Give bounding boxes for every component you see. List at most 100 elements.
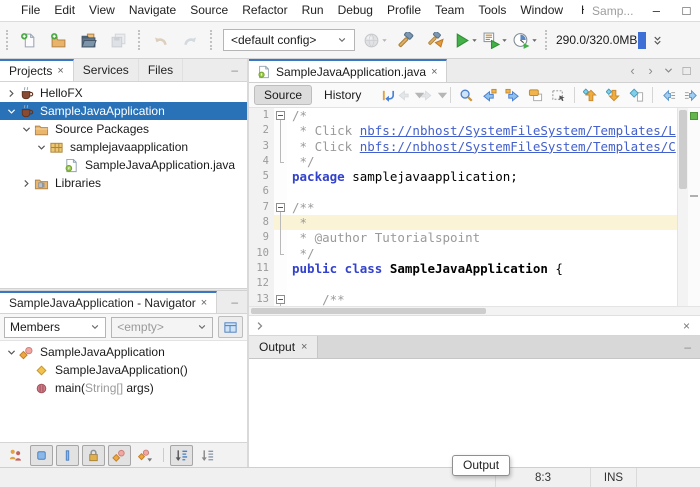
- profile-project-button[interactable]: [512, 27, 539, 54]
- menu-view[interactable]: View: [82, 0, 122, 21]
- sort-by-source-button[interactable]: [196, 445, 219, 466]
- tree-item[interactable]: samplejavaapplication: [0, 138, 247, 156]
- code-line[interactable]: 4 */: [249, 153, 677, 170]
- code-line[interactable]: 11 public class SampleJavaApplication {: [249, 260, 677, 277]
- code-line[interactable]: 9 * @author Tutorialspoint: [249, 230, 677, 246]
- code-line[interactable]: 8 *: [249, 215, 677, 231]
- tree-item[interactable]: main(String[] args): [0, 379, 247, 397]
- memory-indicator[interactable]: 290.0/320.0MB: [556, 31, 647, 49]
- minimize-navigator-button[interactable]: –: [222, 291, 247, 313]
- toolbar-overflow-button[interactable]: [652, 35, 663, 46]
- menu-run[interactable]: Run: [295, 0, 331, 21]
- tree-item[interactable]: SampleJavaApplication: [0, 343, 247, 361]
- tree-item[interactable]: SampleJavaApplication.java: [0, 156, 247, 174]
- show-fields-button[interactable]: [30, 444, 53, 466]
- tree-item[interactable]: SampleJavaApplication: [0, 102, 247, 120]
- code-link[interactable]: nbfs://nbhost/SystemFileSystem/Templates…: [360, 139, 676, 154]
- chevron-down-icon[interactable]: [19, 124, 34, 135]
- menu-file[interactable]: File: [14, 0, 47, 21]
- menu-refactor[interactable]: Refactor: [235, 0, 294, 21]
- menu-tools[interactable]: Tools: [471, 0, 513, 21]
- code-fold-icon[interactable]: [274, 108, 287, 124]
- chevron-down-icon[interactable]: [4, 106, 19, 117]
- close-breadcrumb-button[interactable]: ×: [678, 319, 695, 333]
- filter-combo[interactable]: <empty>: [111, 316, 214, 338]
- menu-edit[interactable]: Edit: [47, 0, 82, 21]
- shift-left-button[interactable]: [657, 85, 680, 106]
- show-static-members-button[interactable]: [56, 444, 79, 466]
- find-selection-button[interactable]: [455, 85, 478, 106]
- tree-item[interactable]: Source Packages: [0, 120, 247, 138]
- show-inner-classes-button[interactable]: [108, 444, 131, 466]
- close-icon[interactable]: ×: [57, 65, 63, 77]
- chevron-right-icon[interactable]: [19, 178, 34, 189]
- web-browser-button[interactable]: [362, 27, 389, 54]
- scroll-tabs-right-button[interactable]: ›: [642, 63, 659, 78]
- scrollbar-thumb[interactable]: [679, 110, 687, 190]
- tab-samplejavaapplication-java[interactable]: SampleJavaApplication.java ×: [249, 59, 447, 82]
- menu-source[interactable]: Source: [183, 0, 235, 21]
- new-project-button[interactable]: [45, 27, 72, 54]
- tab-output[interactable]: Output ×: [249, 336, 319, 358]
- menu-debug[interactable]: Debug: [331, 0, 380, 21]
- shift-right-button[interactable]: [680, 85, 700, 106]
- code-line[interactable]: 1 /*: [249, 108, 677, 124]
- close-icon[interactable]: ×: [301, 341, 307, 353]
- find-previous-occurrence-button[interactable]: [478, 85, 501, 106]
- save-all-button[interactable]: [105, 27, 132, 54]
- next-bookmark-button[interactable]: [602, 85, 625, 106]
- code-line[interactable]: 3 * Click nbfs://nbhost/SystemFileSystem…: [249, 138, 677, 155]
- config-combo[interactable]: <default config>: [223, 29, 355, 51]
- menu-window[interactable]: Window: [513, 0, 570, 21]
- find-next-occurrence-button[interactable]: [501, 85, 524, 106]
- debug-project-button[interactable]: [482, 27, 509, 54]
- code-line[interactable]: 5 package samplejavaapplication;: [249, 169, 677, 185]
- code-link[interactable]: nbfs://nbhost/SystemFileSystem/Templates…: [360, 123, 676, 138]
- menu-navigate[interactable]: Navigate: [122, 0, 183, 21]
- tab-navigator[interactable]: SampleJavaApplication - Navigator ×: [0, 291, 218, 313]
- code-line[interactable]: 13 /**: [249, 291, 677, 307]
- maximize-window-button[interactable]: □: [671, 0, 700, 21]
- sort-by-name-button[interactable]: [170, 444, 193, 466]
- forward-button[interactable]: [423, 85, 446, 106]
- scrollbar-thumb[interactable]: [251, 308, 486, 314]
- close-icon[interactable]: ×: [201, 297, 207, 309]
- code-line[interactable]: 7 /**: [249, 199, 677, 216]
- tab-files[interactable]: Files: [139, 59, 184, 81]
- output-panel[interactable]: [249, 359, 700, 467]
- maximize-editor-button[interactable]: □: [678, 63, 695, 78]
- scroll-tabs-left-button[interactable]: ‹: [624, 63, 641, 78]
- close-icon[interactable]: ×: [431, 66, 437, 78]
- open-javadoc-window-button[interactable]: [218, 316, 243, 338]
- rectangular-selection-button[interactable]: [547, 85, 570, 106]
- history-view-button[interactable]: History: [315, 86, 370, 104]
- editor-vertical-scrollbar[interactable]: [677, 108, 688, 307]
- code-line[interactable]: 12: [249, 276, 677, 292]
- code-fold-icon[interactable]: [274, 291, 287, 307]
- editor-horizontal-scrollbar[interactable]: [249, 306, 700, 315]
- menu-help[interactable]: Help: [574, 0, 584, 21]
- toggle-bookmark-button[interactable]: [625, 85, 648, 106]
- show-inherited-members-button[interactable]: [4, 445, 27, 466]
- undo-button[interactable]: [147, 27, 174, 54]
- tab-projects[interactable]: Projects ×: [0, 59, 74, 81]
- tree-item[interactable]: HelloFX: [0, 84, 247, 102]
- document-list-button[interactable]: [660, 65, 677, 76]
- minimize-window-button[interactable]: –: [641, 0, 671, 21]
- source-view-button[interactable]: Source: [254, 85, 313, 105]
- build-project-button[interactable]: [392, 27, 419, 54]
- chevron-down-icon[interactable]: [34, 142, 49, 153]
- tree-item[interactable]: SampleJavaApplication(): [0, 361, 247, 379]
- toggle-highlight-search-button[interactable]: [524, 85, 547, 106]
- members-combo[interactable]: Members: [4, 316, 107, 338]
- clean-build-project-button[interactable]: [422, 27, 449, 54]
- code-line[interactable]: 6: [249, 184, 677, 200]
- new-file-button[interactable]: [15, 27, 42, 54]
- minimize-output-button[interactable]: –: [675, 336, 700, 358]
- minimize-projects-button[interactable]: –: [222, 59, 247, 81]
- menu-team[interactable]: Team: [428, 0, 471, 21]
- chevron-down-icon[interactable]: [4, 347, 19, 358]
- filters-dropdown-button[interactable]: [134, 445, 157, 466]
- code-line[interactable]: 10 */: [249, 245, 677, 261]
- run-project-button[interactable]: [452, 27, 479, 54]
